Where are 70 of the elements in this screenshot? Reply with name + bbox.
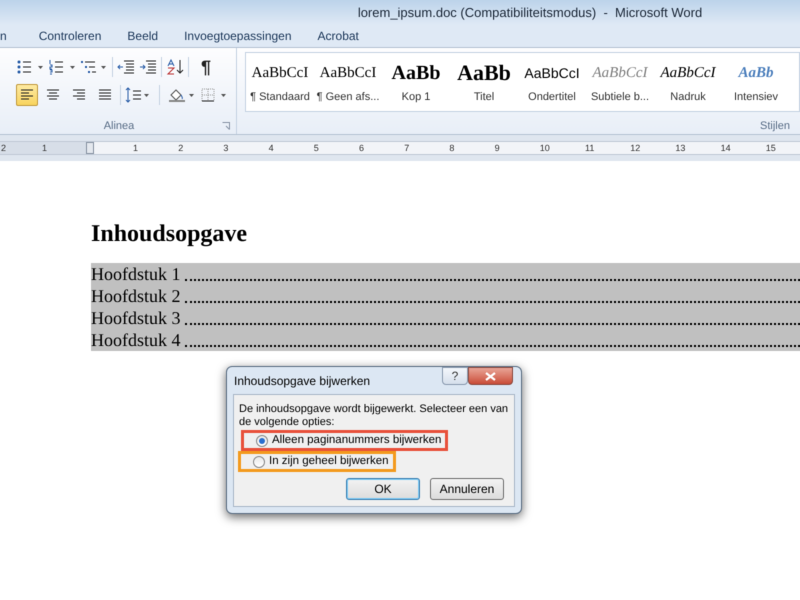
document-heading: Inhoudsopgave: [91, 220, 248, 249]
ruler-number: 6: [359, 142, 364, 154]
style-name[interactable]: Nadruk: [670, 89, 706, 106]
indent-marker[interactable]: [86, 142, 94, 154]
style-name[interactable]: Titel: [474, 89, 494, 106]
borders-icon[interactable]: [200, 86, 228, 103]
ruler-number: 9: [494, 142, 500, 154]
style-preview[interactable]: AaBbCcI: [660, 59, 716, 87]
ruler-number: 2: [178, 142, 184, 154]
window-title: lorem_ipsum.doc (Compatibiliteitsmodus) - Microsoft Word: [358, 4, 702, 22]
increase-indent-icon[interactable]: [139, 58, 157, 75]
style-preview[interactable]: AaBbCcI: [524, 59, 580, 87]
align-left-button[interactable]: [16, 84, 38, 106]
ribbon-tab[interactable]: Invoegtoepassingen: [178, 25, 298, 47]
ruler-number: 12: [630, 142, 640, 154]
ribbon-tab[interactable]: Beeld: [121, 25, 164, 47]
option-label[interactable]: Alleen paginanummers bijwerken: [272, 432, 442, 450]
ruler-number: 14: [720, 142, 731, 154]
ruler-number: 1: [42, 142, 48, 154]
numbered-list-icon[interactable]: [48, 58, 76, 75]
decrease-indent-icon[interactable]: [117, 58, 135, 75]
ruler-number: 7: [404, 142, 410, 154]
ruler-number: 13: [675, 142, 686, 154]
style-name[interactable]: Ondertitel: [528, 89, 576, 106]
paint-bucket-icon[interactable]: [168, 86, 196, 103]
ruler-number: 3: [223, 142, 228, 154]
close-button[interactable]: [468, 367, 513, 385]
sort-icon[interactable]: [166, 58, 184, 75]
ribbon-tab[interactable]: Controleren: [32, 25, 108, 47]
style-preview[interactable]: AaBbCcI: [252, 59, 308, 87]
close-icon: [485, 372, 496, 380]
dialog-launcher-icon[interactable]: [222, 122, 230, 130]
ribbon-tab[interactable]: n: [0, 25, 13, 47]
bullet-list-icon[interactable]: [16, 58, 44, 75]
ruler-number: 5: [314, 142, 319, 154]
ribbon-tab[interactable]: Acrobat: [312, 25, 365, 47]
style-name[interactable]: Kop 1: [402, 89, 430, 106]
dialog-button[interactable]: Annuleren: [430, 478, 504, 500]
ruler-number: 8: [449, 142, 454, 154]
multilevel-list-icon[interactable]: [80, 58, 108, 75]
ruler-number: 2: [1, 142, 6, 154]
toc-entry[interactable]: Hoofdstuk 1: [91, 264, 180, 285]
style-preview[interactable]: AaBb: [457, 59, 511, 87]
radio-button[interactable]: [253, 456, 265, 468]
style-preview[interactable]: AaBbCcI: [320, 59, 376, 87]
style-preview[interactable]: AaBb: [738, 59, 774, 87]
style-name[interactable]: Subtiele b...: [590, 89, 650, 106]
group-label: Stijlen: [760, 118, 790, 134]
show-formatting-button[interactable]: ¶: [201, 56, 212, 77]
dialog-title: Inhoudsopgave bijwerken: [234, 372, 370, 390]
dialog-button[interactable]: OK: [346, 478, 420, 500]
ruler-number: 1: [133, 142, 138, 154]
style-name[interactable]: ¶ Geen afs...: [316, 89, 380, 106]
dialog-message: De inhoudsopgave wordt bijgewerkt. Selecteer een van de volgende opties:: [239, 403, 510, 429]
radio-button[interactable]: [256, 434, 268, 446]
group-label: Alinea: [102, 118, 136, 134]
ruler-number: 10: [540, 142, 550, 154]
ruler-number: 4: [268, 142, 274, 154]
option-label[interactable]: In zijn geheel bijwerken: [269, 452, 389, 470]
style-preview[interactable]: AaBb: [392, 59, 440, 87]
ruler-number: 15: [766, 142, 776, 154]
toc-entry[interactable]: Hoofdstuk 3: [91, 308, 180, 329]
style-name[interactable]: ¶ Standaard: [250, 89, 310, 106]
toc-entry[interactable]: Hoofdstuk 2: [91, 286, 180, 307]
help-button[interactable]: ?: [442, 367, 468, 385]
line-spacing-icon[interactable]: [125, 86, 151, 103]
ruler-number: 11: [585, 142, 594, 154]
toc-entry[interactable]: Hoofdstuk 4: [91, 330, 180, 351]
style-name[interactable]: Intensiev: [734, 89, 778, 106]
style-preview[interactable]: AaBbCcI: [592, 59, 648, 87]
